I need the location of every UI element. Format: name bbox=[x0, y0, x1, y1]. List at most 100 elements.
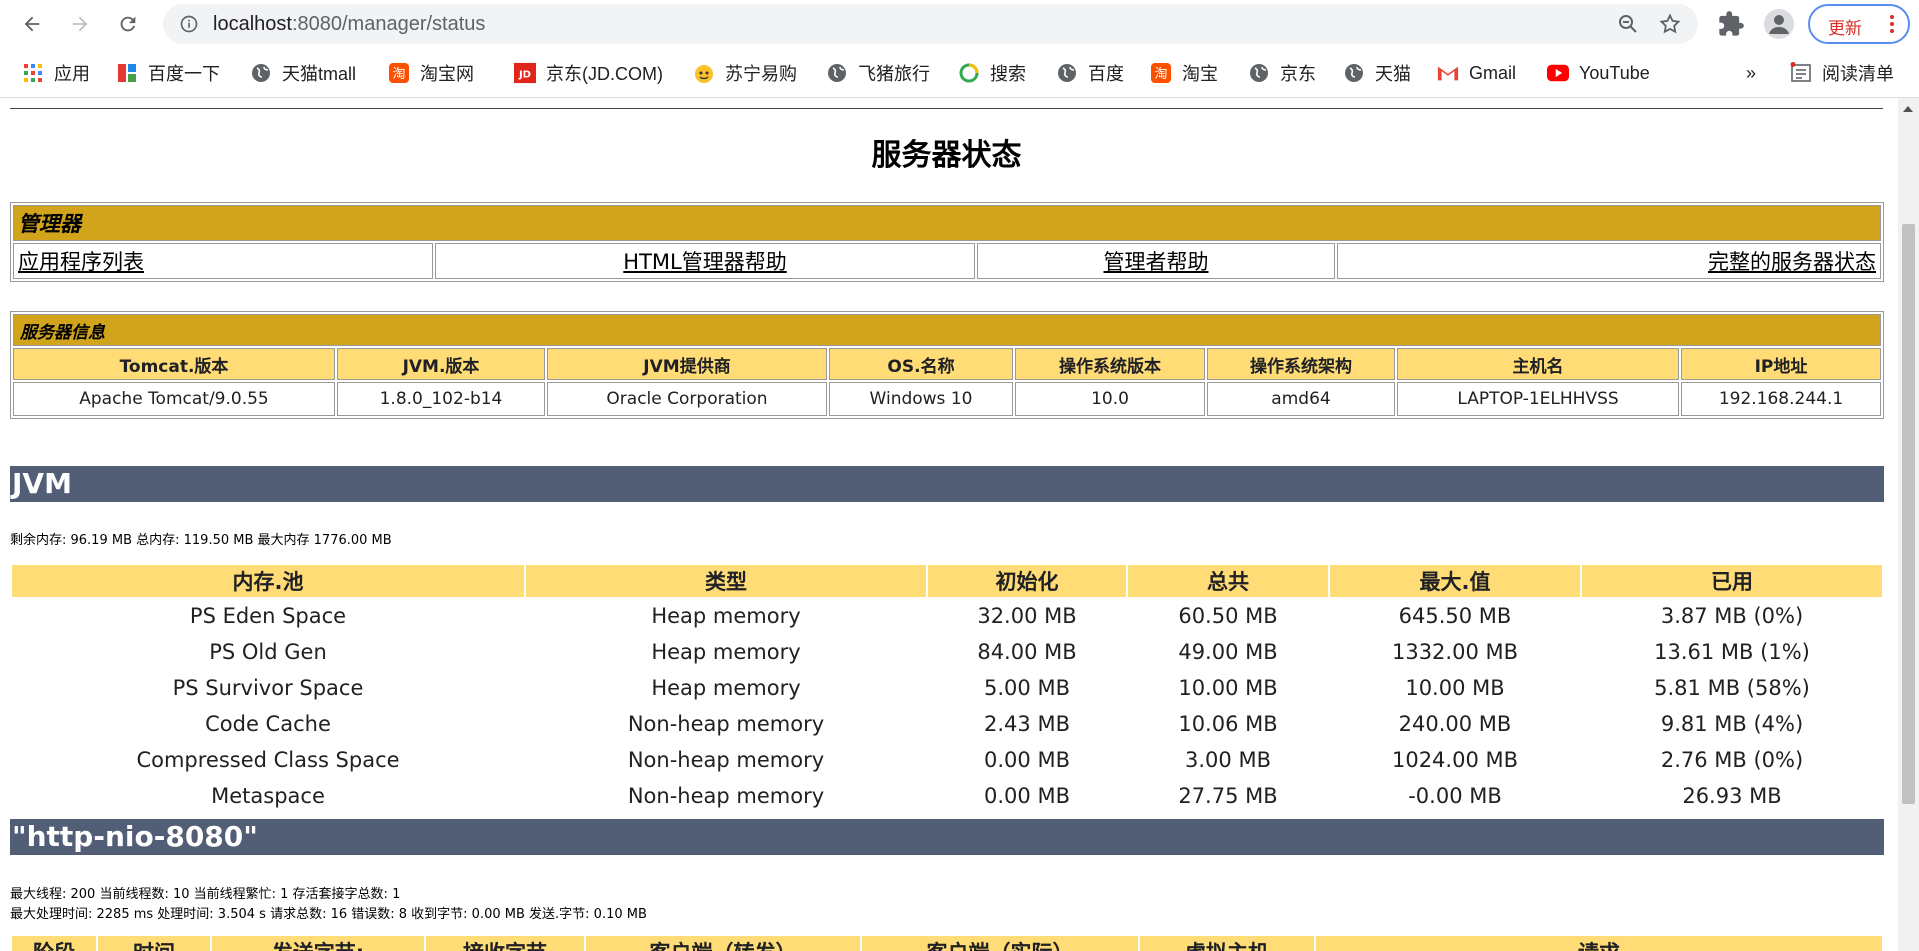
pool-init-cell: 0.00 MB bbox=[984, 784, 1070, 808]
table-row: PS Survivor Space Heap memory 5.00 MB 10… bbox=[12, 671, 1882, 705]
back-button[interactable] bbox=[16, 8, 48, 40]
os-version-value: 10.0 bbox=[1015, 382, 1205, 416]
reading-list-label: 阅读清单 bbox=[1822, 64, 1894, 84]
reload-button[interactable] bbox=[112, 8, 144, 40]
bookmark-tianmao[interactable]: 天猫 bbox=[1343, 61, 1411, 85]
bookmark-search[interactable]: 搜索 bbox=[958, 61, 1026, 85]
table-row: PS Old Gen Heap memory 84.00 MB 49.00 MB… bbox=[12, 635, 1882, 669]
apps-grid-icon bbox=[22, 62, 44, 84]
bookmark-fliggy[interactable]: 飞猪旅行 bbox=[826, 61, 930, 85]
column-header: 操作系统架构 bbox=[1207, 348, 1395, 380]
table-row: Code Cache Non-heap memory 2.43 MB 10.06… bbox=[12, 707, 1882, 741]
address-bar[interactable]: localhost:8080/manager/status bbox=[163, 4, 1698, 44]
tomcat-version-value: Apache Tomcat/9.0.55 bbox=[13, 382, 335, 416]
bookmark-label: 京东 bbox=[1280, 64, 1316, 84]
os-name-value: Windows 10 bbox=[829, 382, 1013, 416]
pool-used-cell: 26.93 MB bbox=[1682, 784, 1782, 808]
column-header: IP地址 bbox=[1681, 348, 1881, 380]
svg-text:淘: 淘 bbox=[1154, 67, 1167, 82]
pool-type-cell: Non-heap memory bbox=[627, 784, 825, 808]
page-title: 服务器状态 bbox=[871, 138, 1022, 173]
html-manager-help-link[interactable]: HTML管理器帮助 bbox=[623, 250, 786, 274]
bookmark-label: 淘宝 bbox=[1182, 64, 1218, 84]
globe-icon bbox=[1343, 62, 1365, 84]
column-header: 已用 bbox=[1582, 565, 1882, 597]
pool-used-cell: 2.76 MB (0%) bbox=[1660, 748, 1804, 772]
scrollbar-thumb[interactable] bbox=[1902, 224, 1915, 804]
pool-used-cell: 13.61 MB (1%) bbox=[1654, 640, 1810, 664]
jvm-vendor-value: Oracle Corporation bbox=[547, 382, 827, 416]
server-info-header: 服务器信息 bbox=[13, 314, 1881, 346]
bookmarks-overflow-button[interactable]: » bbox=[1746, 61, 1756, 85]
bookmark-jd-com[interactable]: JD 京东(JD.COM) bbox=[514, 61, 663, 85]
profile-avatar[interactable] bbox=[1764, 9, 1794, 39]
bookmark-label: YouTube bbox=[1579, 62, 1650, 83]
reading-list-button[interactable]: 阅读清单 bbox=[1790, 61, 1894, 85]
pool-name-cell: PS Old Gen bbox=[209, 640, 327, 664]
full-server-status-link[interactable]: 完整的服务器状态 bbox=[1708, 250, 1876, 274]
pool-total-cell: 10.00 MB bbox=[1178, 676, 1278, 700]
menu-dots-icon bbox=[1890, 15, 1894, 33]
connector-thread-stats: 最大线程: 200 当前线程数: 10 当前线程繁忙: 1 存活套接字总数: 1 bbox=[10, 887, 401, 902]
bookmark-taobao[interactable]: 淘 淘宝 bbox=[1150, 61, 1218, 85]
column-header: 类型 bbox=[526, 565, 926, 597]
bookmark-apps[interactable]: 应用 bbox=[22, 61, 90, 85]
server-info-table: 服务器信息 Tomcat.版本 JVM.版本 JVM提供商 OS.名称 操作系统… bbox=[10, 311, 1884, 419]
forward-button[interactable] bbox=[64, 8, 96, 40]
pool-name-cell: PS Eden Space bbox=[189, 604, 347, 628]
bookmark-label: 百度 bbox=[1088, 64, 1124, 84]
extensions-puzzle-icon[interactable] bbox=[1717, 10, 1745, 38]
globe-icon bbox=[826, 62, 848, 84]
bookmark-star-icon[interactable] bbox=[1658, 12, 1682, 36]
vertical-scrollbar[interactable] bbox=[1898, 98, 1919, 951]
svg-text:淘: 淘 bbox=[392, 67, 405, 82]
url-text[interactable]: localhost:8080/manager/status bbox=[213, 13, 485, 36]
manager-cell: 完整的服务器状态 bbox=[1337, 243, 1881, 279]
bookmark-youtube[interactable]: YouTube bbox=[1547, 61, 1650, 85]
pool-total-cell: 3.00 MB bbox=[1185, 748, 1271, 772]
column-header: 总共 bbox=[1128, 565, 1328, 597]
column-header: 最大.值 bbox=[1330, 565, 1580, 597]
reading-list-icon bbox=[1790, 62, 1812, 84]
os-arch-value: amd64 bbox=[1207, 382, 1395, 416]
bookmark-taobao-net[interactable]: 淘 淘宝网 bbox=[388, 61, 474, 85]
ip-address-value: 192.168.244.1 bbox=[1681, 382, 1881, 416]
divider bbox=[10, 108, 1883, 109]
jvm-version-value: 1.8.0_102-b14 bbox=[337, 382, 545, 416]
pool-type-cell: Heap memory bbox=[651, 676, 801, 700]
column-header: 时间 bbox=[98, 936, 210, 951]
pool-init-cell: 2.43 MB bbox=[984, 712, 1070, 736]
bookmark-gmail[interactable]: Gmail bbox=[1437, 61, 1516, 85]
bookmark-baidu[interactable]: 百度 bbox=[1056, 61, 1124, 85]
info-icon[interactable] bbox=[179, 14, 199, 34]
zoom-icon[interactable] bbox=[1616, 12, 1640, 36]
update-button[interactable]: 更新 bbox=[1808, 4, 1910, 44]
pool-init-cell: 0.00 MB bbox=[984, 748, 1070, 772]
pool-max-cell: 645.50 MB bbox=[1398, 604, 1512, 628]
taobao-icon: 淘 bbox=[1150, 62, 1172, 84]
update-label: 更新 bbox=[1828, 19, 1862, 39]
bookmark-label: 应用 bbox=[54, 64, 90, 84]
svg-text:JD: JD bbox=[518, 70, 531, 81]
connector-request-stats: 最大处理时间: 2285 ms 处理时间: 3.504 s 请求总数: 16 错… bbox=[10, 907, 647, 922]
bookmark-jd[interactable]: 京东 bbox=[1248, 61, 1316, 85]
bookmark-baidu-yixia[interactable]: 百度一下 bbox=[116, 61, 220, 85]
column-header: 阶段 bbox=[12, 936, 96, 951]
globe-icon bbox=[1056, 62, 1078, 84]
manager-header: 管理器 bbox=[13, 205, 1881, 241]
app-list-link[interactable]: 应用程序列表 bbox=[18, 250, 144, 274]
manager-help-link[interactable]: 管理者帮助 bbox=[1104, 250, 1209, 274]
bookmark-label: 百度一下 bbox=[148, 64, 220, 84]
pool-init-cell: 32.00 MB bbox=[977, 604, 1077, 628]
person-icon bbox=[1769, 15, 1789, 34]
bookmark-suning[interactable]: 苏宁易购 bbox=[693, 61, 797, 85]
page-content: 服务器状态 管理器 应用程序列表 HTML管理器帮助 管理者帮助 完整的服务器状… bbox=[0, 98, 1898, 951]
memory-pool-table: 内存.池 类型 初始化 总共 最大.值 已用 PS Eden Space Hea… bbox=[10, 563, 1884, 815]
bookmark-tmall[interactable]: 天猫tmall bbox=[250, 61, 356, 85]
bookmarks-bar: 应用 百度一下 天猫tmall 淘 淘宝网 JD 京东(JD.COM) 苏宁易购… bbox=[0, 48, 1919, 98]
pool-type-cell: Non-heap memory bbox=[627, 748, 825, 772]
jd-icon: JD bbox=[514, 62, 536, 84]
url-path: :8080/manager/status bbox=[291, 13, 486, 35]
bookmark-label: 京东(JD.COM) bbox=[546, 64, 663, 84]
scroll-up-arrow-icon[interactable] bbox=[1903, 106, 1913, 112]
